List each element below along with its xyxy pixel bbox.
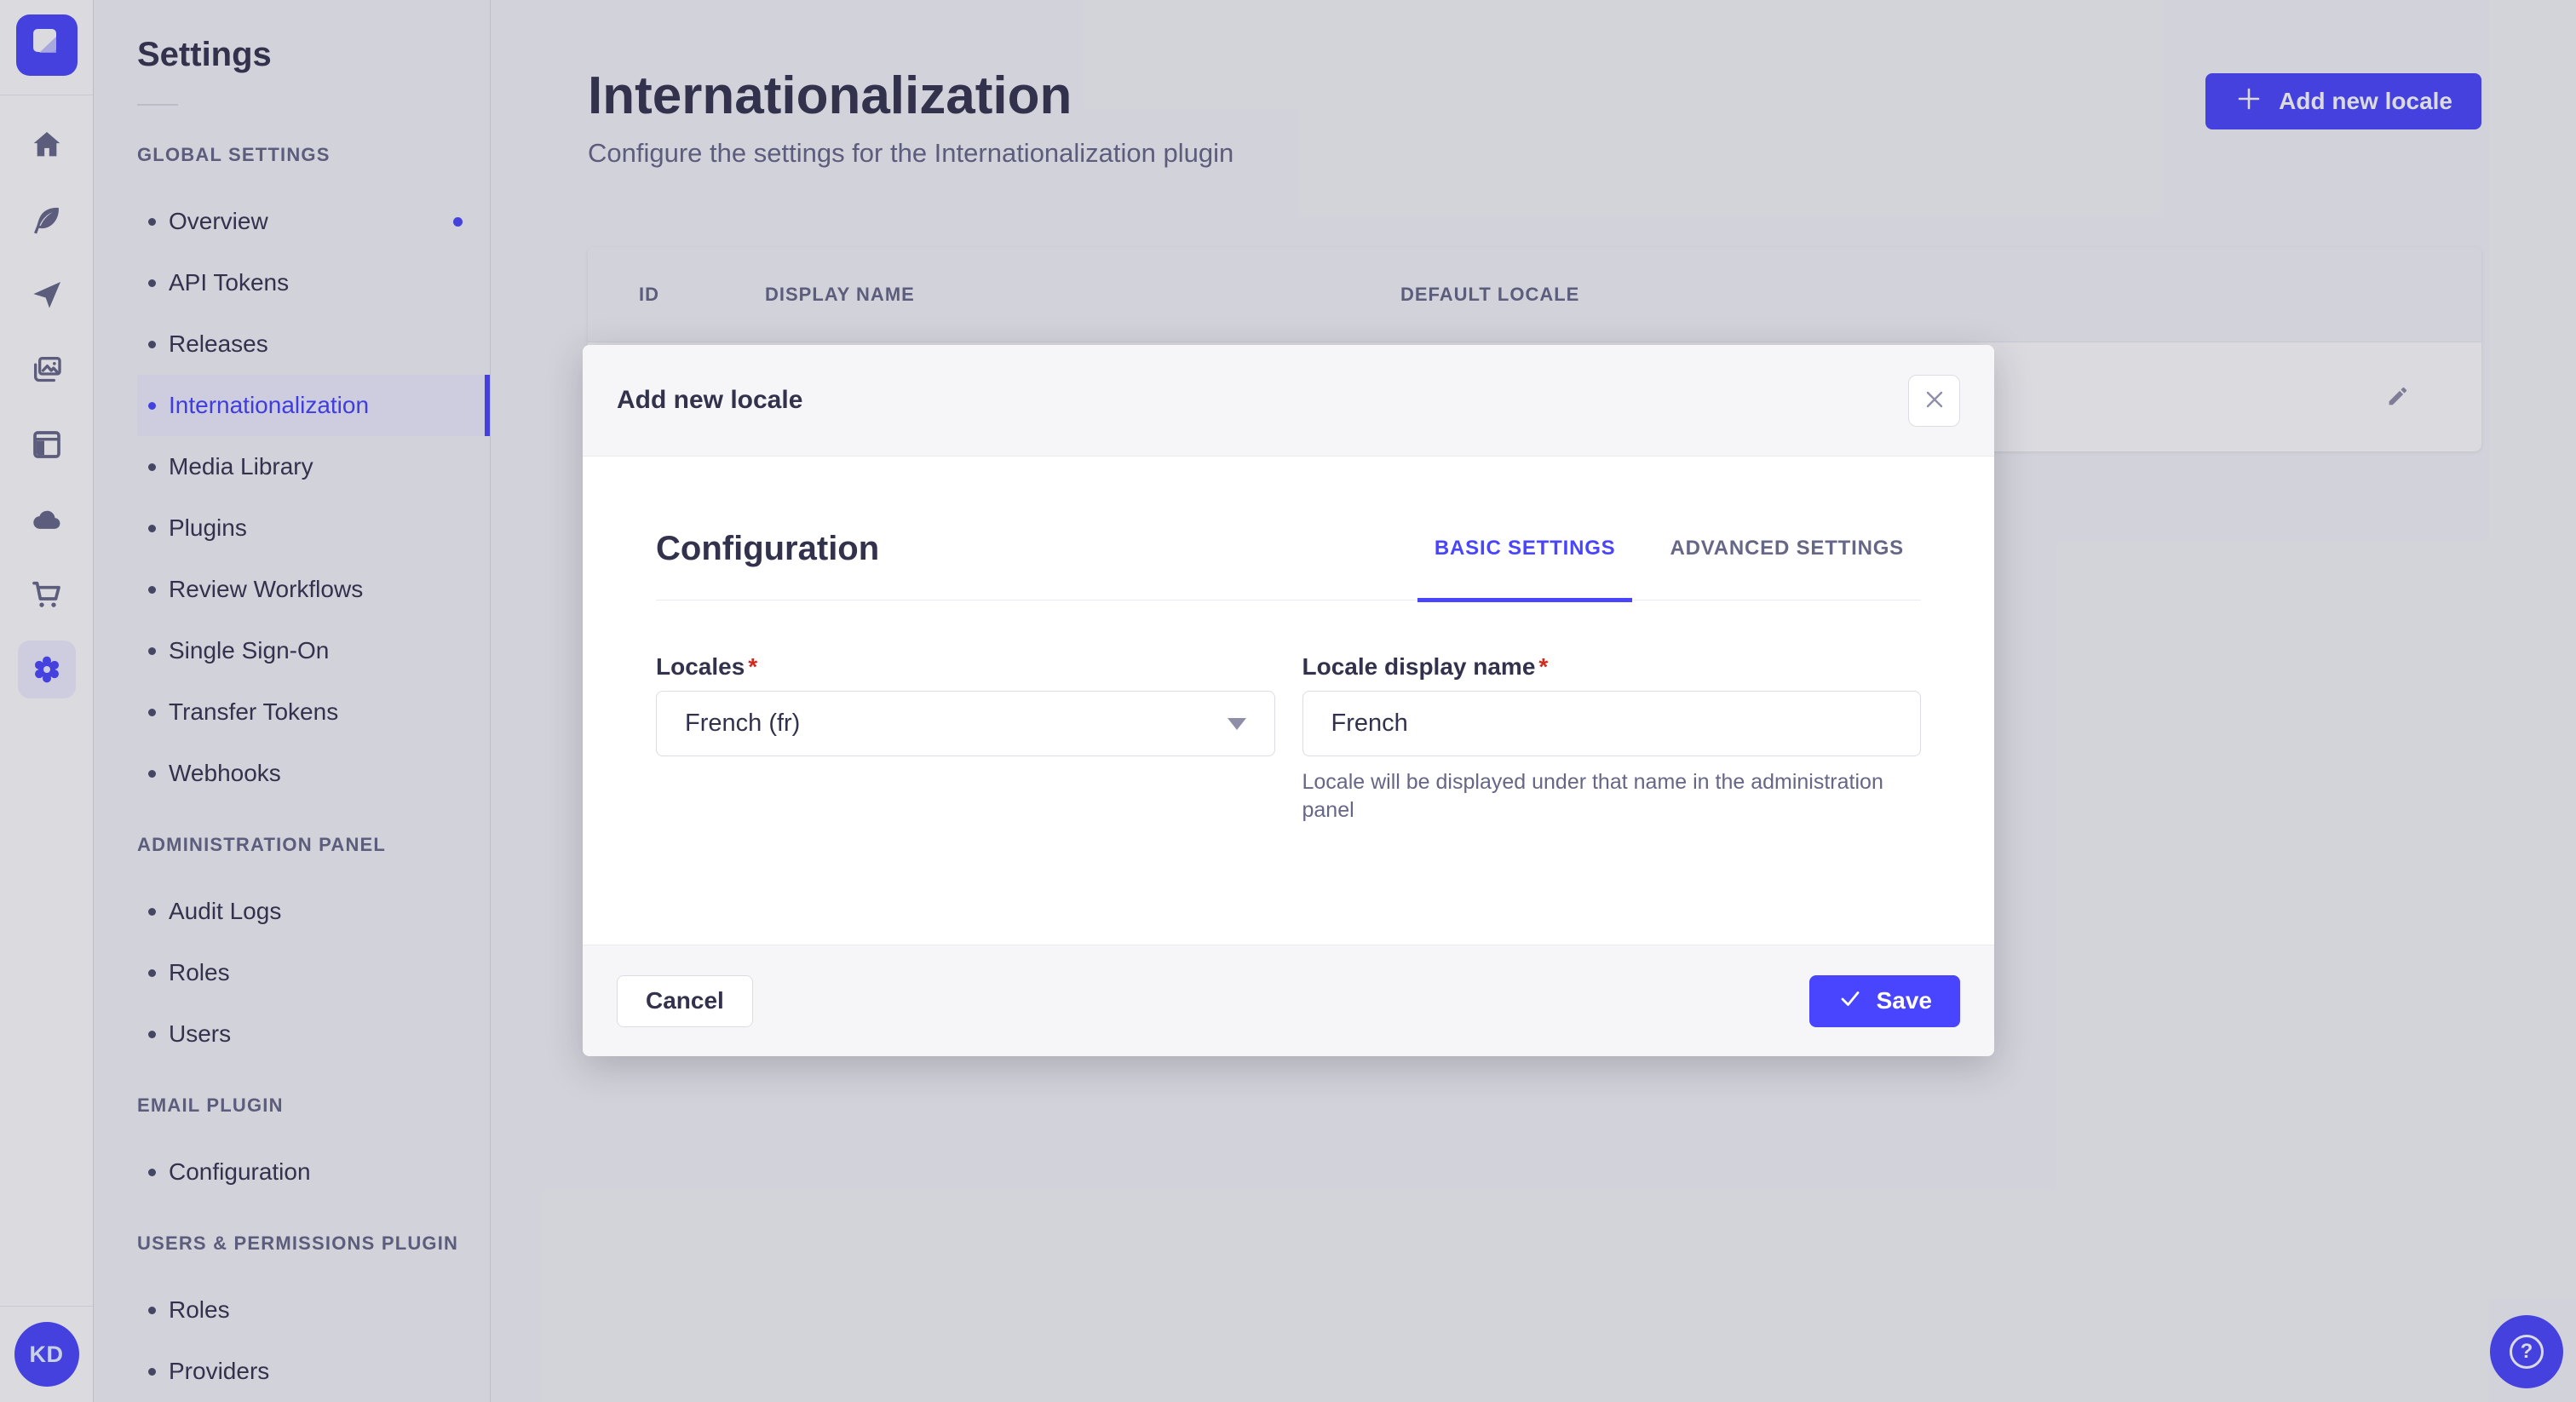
tab-basic-settings[interactable]: BASIC SETTINGS (1417, 537, 1633, 602)
add-locale-modal: Add new locale Configuration BASIC SETTI… (583, 345, 1994, 1056)
check-icon (1837, 985, 1863, 1017)
modal-title: Add new locale (617, 386, 803, 414)
configuration-title: Configuration (656, 530, 880, 567)
display-name-hint: Locale will be displayed under that name… (1302, 770, 1883, 822)
locales-label: Locales * (656, 653, 758, 680)
display-name-label: Locale display name * (1302, 653, 1549, 680)
display-name-field-group: Locale display name* Locale will be disp… (1302, 653, 1921, 824)
tab-advanced-settings[interactable]: ADVANCED SETTINGS (1653, 537, 1921, 560)
configuration-header: Configuration BASIC SETTINGS ADVANCED SE… (656, 457, 1921, 602)
close-button[interactable] (1908, 374, 1960, 427)
display-name-input[interactable] (1302, 691, 1921, 756)
locales-field-group: Locales * French (fr) (656, 653, 1275, 824)
modal-footer: Cancel Save (583, 945, 1994, 1056)
settings-tabs: BASIC SETTINGS ADVANCED SETTINGS (1417, 537, 1921, 602)
strapi-admin-app: KD Settings GLOBAL SETTINGS Overview API… (0, 0, 2576, 1402)
required-asterisk: * (748, 653, 758, 680)
modal-header: Add new locale (583, 345, 1994, 457)
cancel-button[interactable]: Cancel (617, 974, 753, 1027)
save-button[interactable]: Save (1808, 974, 1960, 1027)
locale-form: Locales * French (fr) Locale display name… (656, 600, 1921, 824)
locales-select[interactable]: French (fr) (656, 691, 1275, 756)
chevron-down-icon (1227, 717, 1246, 730)
locales-select-value: French (fr) (685, 710, 801, 737)
close-icon (1923, 388, 1946, 413)
modal-body: Configuration BASIC SETTINGS ADVANCED SE… (583, 457, 1994, 945)
required-asterisk: * (1538, 653, 1549, 680)
